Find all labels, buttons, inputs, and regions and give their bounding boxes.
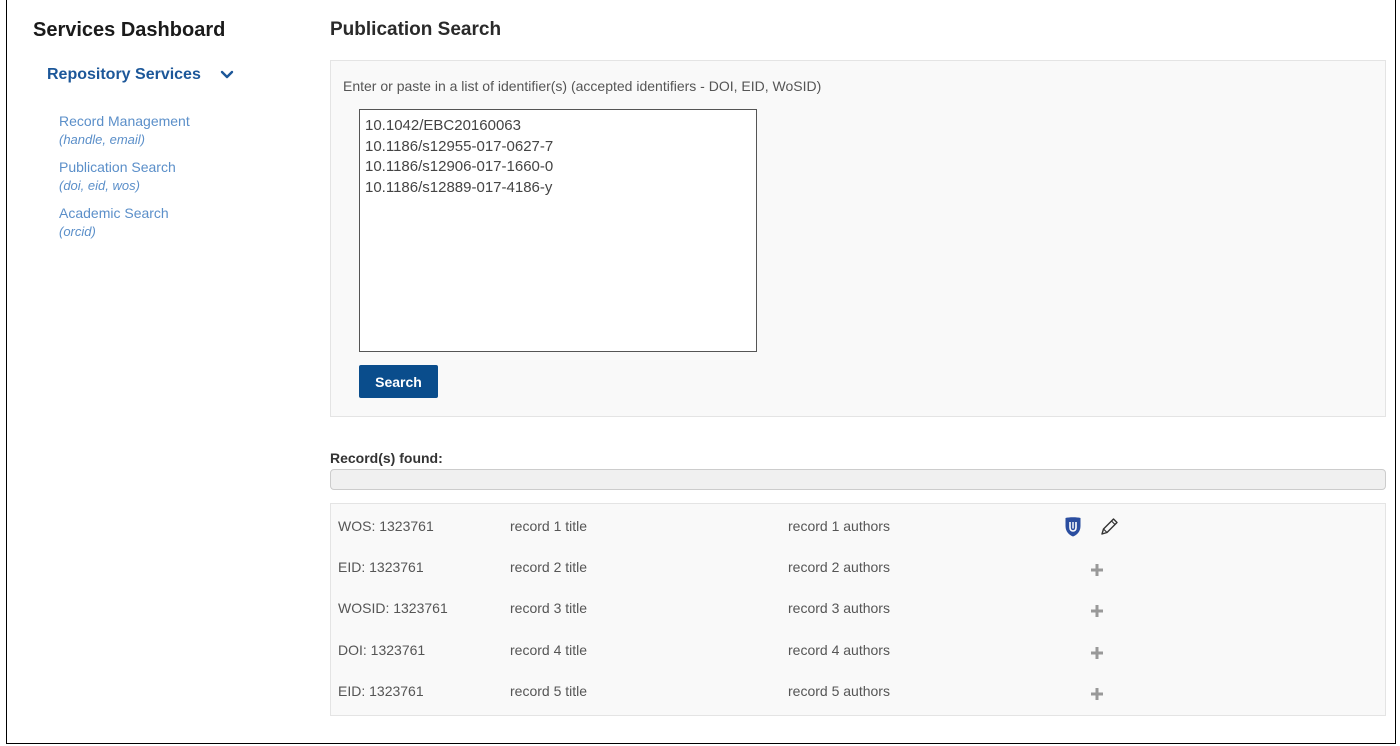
record-title: record 3 title [510,600,588,616]
record-id: EID: 1323761 [338,683,424,699]
nav-item-hint: (orcid) [59,224,96,239]
nav-item-label: Academic Search [59,205,169,221]
sidebar-item-academic-search[interactable]: Academic Search (orcid) [59,204,299,240]
record-actions [1061,681,1141,705]
record-actions [1061,557,1141,581]
nav-item-label: Record Management [59,113,190,129]
result-row: EID: 1323761 record 2 title record 2 aut… [331,549,1385,590]
result-row: WOS: 1323761 record 1 title record 1 aut… [331,508,1385,549]
plus-icon[interactable] [1091,604,1103,617]
sidebar-item-publication-search[interactable]: Publication Search (doi, eid, wos) [59,158,299,194]
plus-icon[interactable] [1091,687,1103,700]
nav-list: Record Management (handle, email) Public… [59,112,299,250]
result-row: DOI: 1323761 record 4 title record 4 aut… [331,632,1385,673]
record-actions [1061,598,1141,622]
record-id: WOSID: 1323761 [338,600,448,616]
record-id: EID: 1323761 [338,559,424,575]
chevron-down-icon [220,70,234,79]
record-id: WOS: 1323761 [338,518,434,534]
record-title: record 5 title [510,683,588,699]
record-title: record 4 title [510,642,588,658]
record-authors: record 2 authors [788,559,890,575]
shield-icon[interactable] [1064,516,1082,538]
identifiers-input[interactable] [359,109,757,352]
record-title: record 2 title [510,559,588,575]
page-title: Publication Search [330,19,502,40]
records-found-label: Record(s) found: [330,450,443,466]
plus-icon[interactable] [1091,563,1103,576]
sidebar-item-record-management[interactable]: Record Management (handle, email) [59,112,299,148]
repository-services-toggle[interactable]: Repository Services [47,66,235,84]
nav-item-hint: (handle, email) [59,132,145,147]
record-actions [1061,516,1141,540]
record-id: DOI: 1323761 [338,642,426,658]
record-authors: record 4 authors [788,642,890,658]
instructions-text: Enter or paste in a list of identifier(s… [343,78,822,94]
record-authors: record 5 authors [788,683,890,699]
record-actions [1061,640,1141,664]
nav-item-label: Publication Search [59,159,176,175]
progress-bar [330,469,1386,490]
record-authors: record 3 authors [788,600,890,616]
result-row: EID: 1323761 record 5 title record 5 aut… [331,673,1385,714]
result-row: WOSID: 1323761 record 3 title record 3 a… [331,590,1385,631]
record-title: record 1 title [510,518,588,534]
plus-icon[interactable] [1091,646,1103,659]
search-panel: Enter or paste in a list of identifier(s… [330,60,1386,417]
app-title: Services Dashboard [33,19,226,41]
pencil-icon[interactable] [1098,516,1120,538]
nav-item-hint: (doi, eid, wos) [59,178,140,193]
search-button[interactable]: Search [359,365,438,398]
section-label: Repository Services [47,66,201,83]
results-list: WOS: 1323761 record 1 title record 1 aut… [330,503,1386,716]
record-authors: record 1 authors [788,518,890,534]
